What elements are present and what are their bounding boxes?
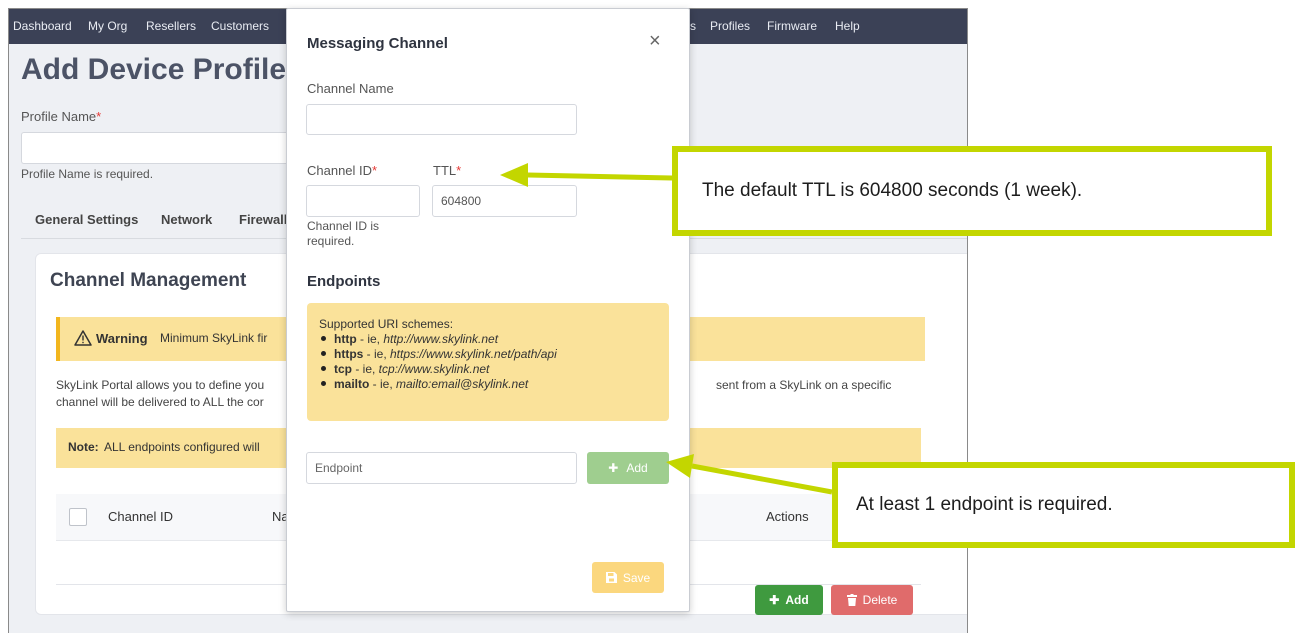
endpoint-arrow [666, 454, 833, 495]
endpoint-callout: At least 1 endpoint is required. [832, 462, 1295, 548]
ttl-callout: The default TTL is 604800 seconds (1 wee… [672, 146, 1272, 236]
ttl-arrow [500, 163, 673, 187]
